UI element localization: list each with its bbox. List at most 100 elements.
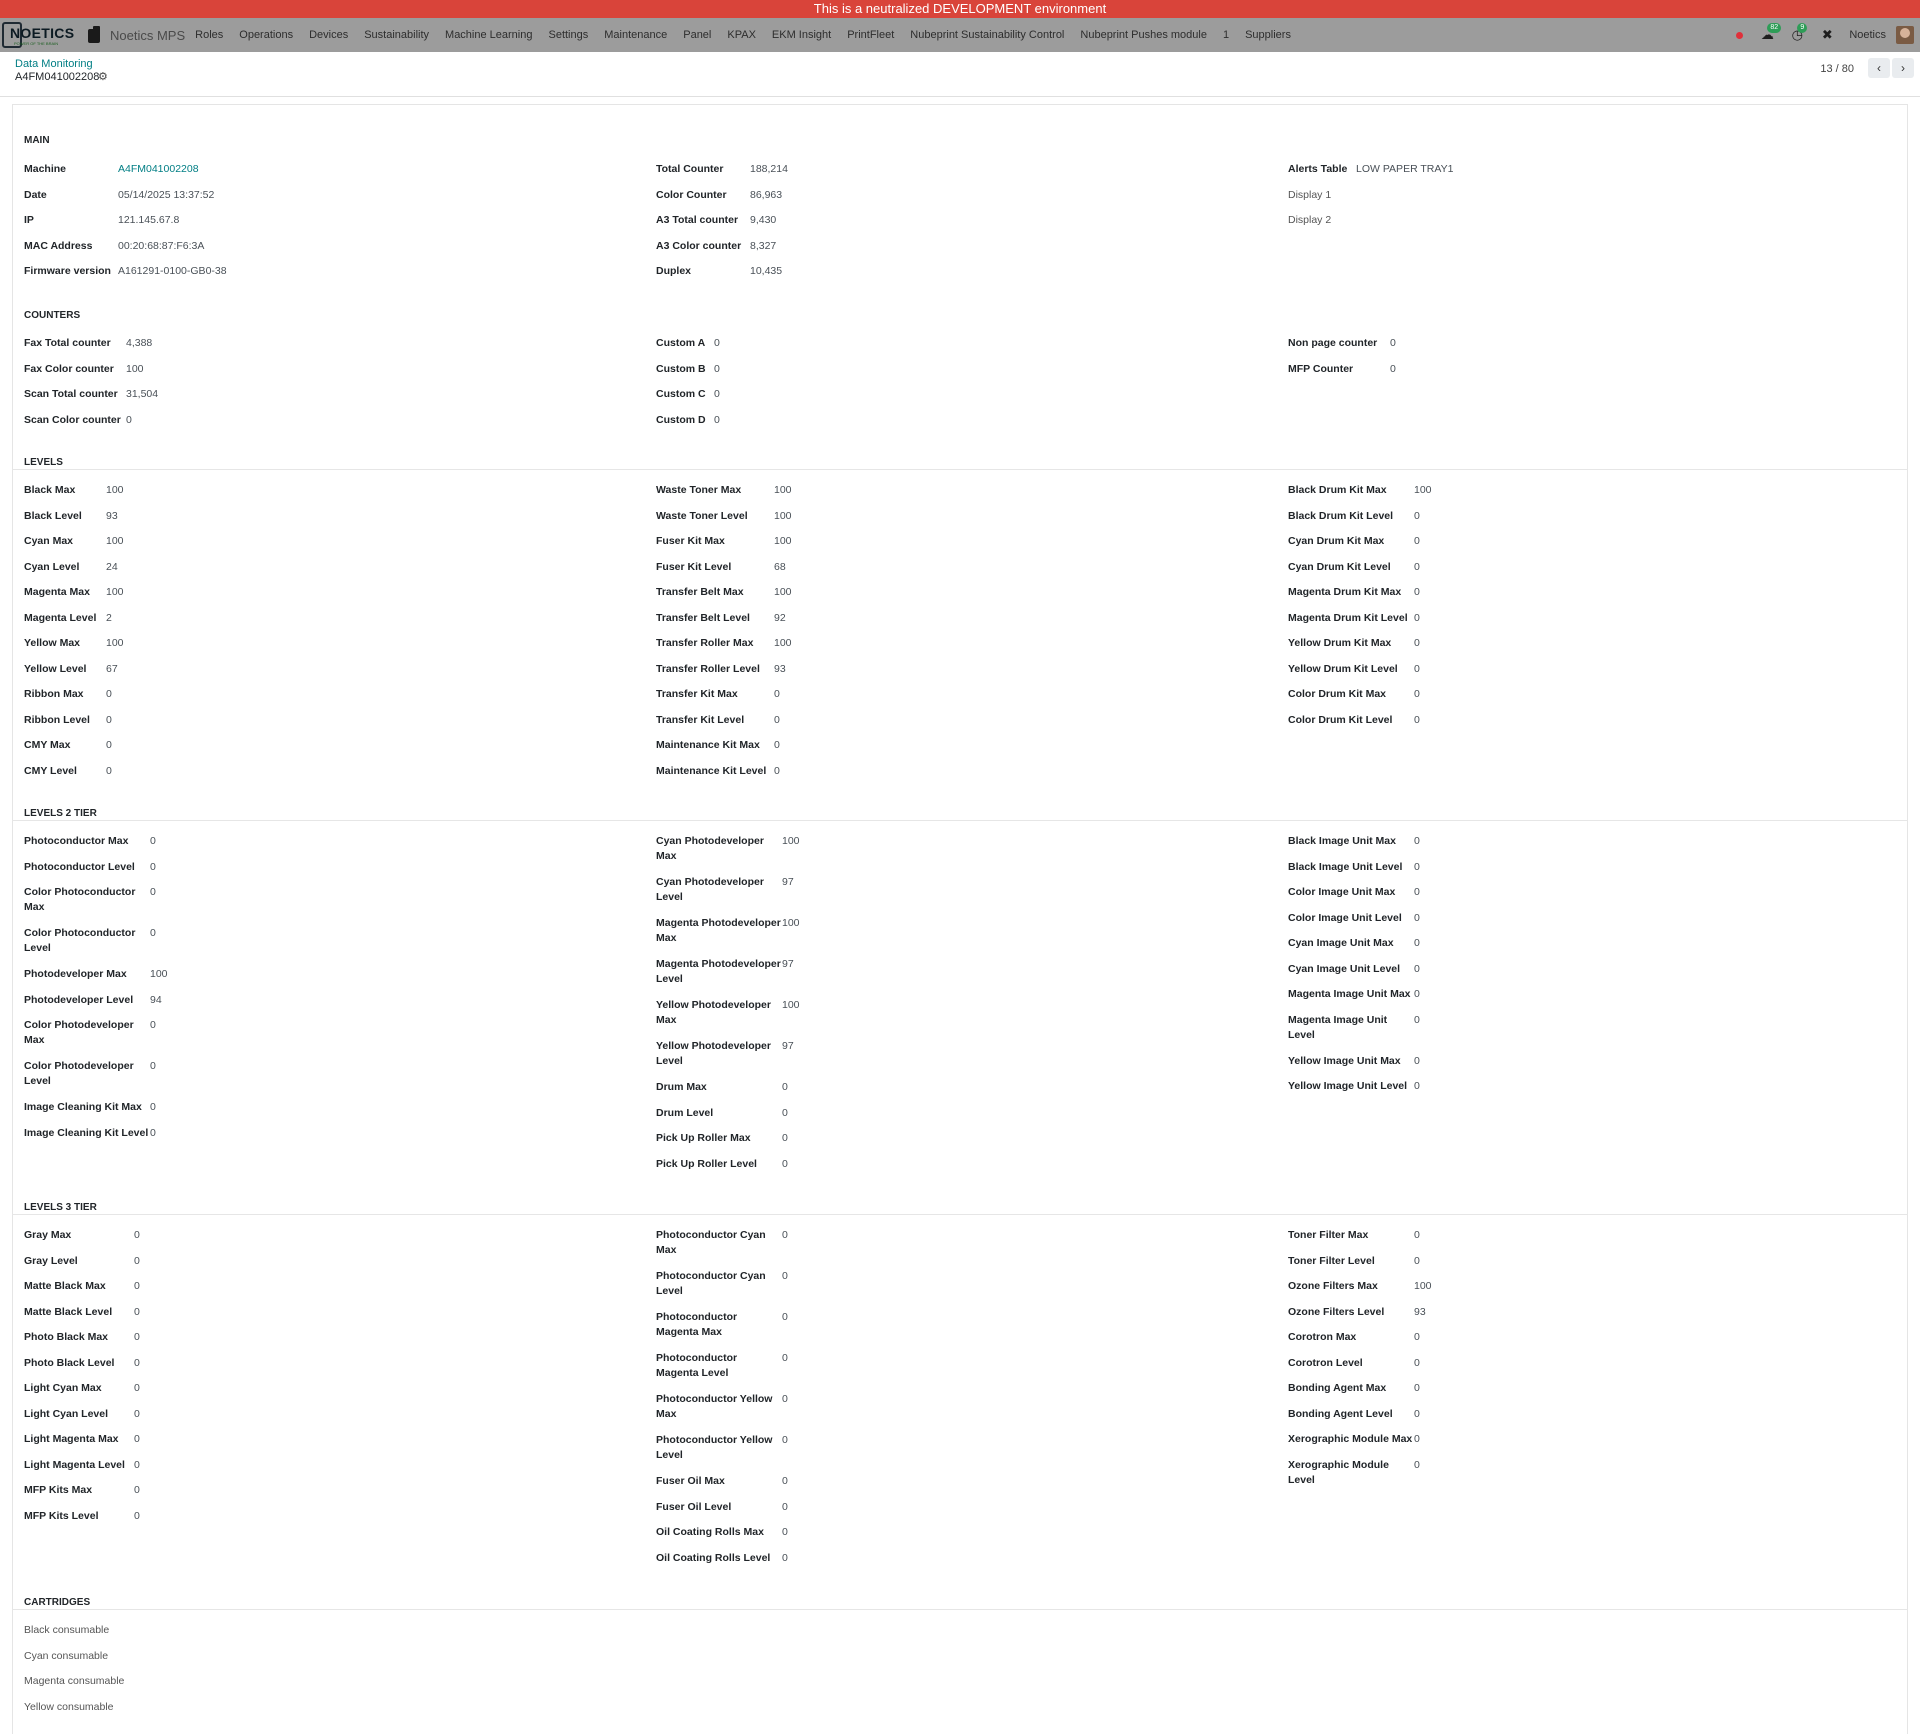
menu-item-ekm-insight[interactable]: EKM Insight [772, 29, 831, 41]
section-title-levels: LEVELS [24, 457, 63, 468]
field-value-image-cleaning-kit-level: 0 [150, 1126, 156, 1139]
section-divider [12, 469, 1908, 470]
field-value-yellow-image-unit-max: 0 [1414, 1054, 1420, 1067]
field-value-fuser-oil-level: 0 [782, 1500, 788, 1513]
debug-tools-icon[interactable]: ✖ [1819, 28, 1835, 42]
pager-value[interactable]: 13 / 80 [1820, 63, 1854, 75]
main-menu: Roles Operations Devices Sustainability … [195, 29, 1307, 41]
field-row-machine: Machine A4FM041002208 [24, 162, 199, 177]
field-value-machine[interactable]: A4FM041002208 [118, 162, 199, 177]
field-value-color-image-unit-level: 0 [1414, 911, 1420, 924]
menu-item-roles[interactable]: Roles [195, 29, 223, 41]
menu-item-devices[interactable]: Devices [309, 29, 348, 41]
field-row-ribbon-max: Ribbon Max 0 [24, 687, 112, 702]
field-row-yellow-image-unit-level: Yellow Image Unit Level 0 [1288, 1079, 1420, 1094]
status-dot-icon[interactable] [1736, 31, 1744, 39]
field-label-non-page-counter: Non page counter [1288, 337, 1378, 349]
field-row-color-image-unit-level: Color Image Unit Level 0 [1288, 911, 1420, 926]
field-row-yellow-photodeveloper-max: Yellow Photodeveloper Max 100 [656, 998, 800, 1028]
field-label-color-drum-kit-max: Color Drum Kit Max [1288, 688, 1387, 700]
gear-icon[interactable]: ⚙ [98, 70, 108, 83]
field-value-cyan-max: 100 [106, 535, 124, 547]
menu-item-machine-learning[interactable]: Machine Learning [445, 29, 532, 41]
field-row-magenta-max: Magenta Max 100 [24, 585, 124, 600]
field-label-magenta-max: Magenta Max [24, 586, 90, 598]
field-row-maintenance-kit-max: Maintenance Kit Max 0 [656, 738, 780, 753]
field-value-a3-total-counter: 9,430 [750, 214, 777, 226]
field-value-ozone-filters-level: 93 [1414, 1305, 1426, 1318]
field-row-maintenance-kit-level: Maintenance Kit Level 0 [656, 764, 780, 779]
field-value-mfp-counter: 0 [1390, 362, 1396, 375]
field-row-photoconductor-yellow-level: Photoconductor Yellow Level 0 [656, 1433, 788, 1463]
menu-item-settings[interactable]: Settings [548, 29, 588, 41]
menu-item-panel[interactable]: Panel [683, 29, 711, 41]
field-row-toner-filter-level: Toner Filter Level 0 [1288, 1254, 1420, 1269]
field-label-black-max: Black Max [24, 484, 76, 496]
field-row-photo-black-max: Photo Black Max 0 [24, 1330, 140, 1345]
field-row-cmy-level: CMY Level 0 [24, 764, 112, 779]
activities-clock-icon[interactable]: ◷ 9 [1789, 23, 1808, 42]
user-avatar[interactable] [1896, 26, 1914, 44]
field-value-cmy-level: 0 [106, 764, 112, 777]
messages-icon[interactable]: ☁ 82 [1759, 23, 1782, 42]
menu-item-sustainability[interactable]: Sustainability [364, 29, 429, 41]
field-label-photoconductor-cyan-level: Photoconductor Cyan Level [656, 1270, 766, 1297]
field-row-magenta-image-unit-max: Magenta Image Unit Max 0 [1288, 987, 1420, 1002]
menu-item-printfleet[interactable]: PrintFleet [847, 29, 894, 41]
field-label-bonding-agent-level: Bonding Agent Level [1288, 1407, 1393, 1420]
field-row-color-photodeveloper-level: Color Photodeveloper Level 0 [24, 1059, 156, 1089]
field-label-firmware-version: Firmware version [24, 265, 111, 277]
menu-item-nubeprint-pushes[interactable]: Nubeprint Pushes module [1080, 29, 1207, 41]
menu-item-nubeprint-sustainability[interactable]: Nubeprint Sustainability Control [910, 29, 1064, 41]
logo-tagline: POWER OF THE BRAIN [14, 41, 59, 46]
menu-item-maintenance[interactable]: Maintenance [604, 29, 667, 41]
section-title-cartridges: CARTRIDGES [24, 1597, 91, 1608]
cartridge-item: Cyan consumable [24, 1649, 108, 1664]
field-value-color-photoconductor-max: 0 [150, 886, 156, 898]
field-row-gray-level: Gray Level 0 [24, 1254, 140, 1269]
field-row-corotron-level: Corotron Level 0 [1288, 1356, 1420, 1371]
field-label-transfer-belt-level: Transfer Belt Level [656, 611, 750, 624]
pager-next-button[interactable]: › [1892, 58, 1914, 78]
field-label-photodeveloper-level: Photodeveloper Level [24, 993, 134, 1006]
field-label-color-image-unit-max: Color Image Unit Max [1288, 886, 1396, 898]
field-value-mfp-kits-max: 0 [134, 1484, 140, 1496]
field-value-yellow-image-unit-level: 0 [1414, 1080, 1420, 1092]
field-label-drum-max: Drum Max [656, 1081, 707, 1093]
breadcrumb-parent-link[interactable]: Data Monitoring [15, 58, 93, 70]
field-value-magenta-photodeveloper-max: 100 [782, 917, 800, 929]
menu-item-operations[interactable]: Operations [239, 29, 293, 41]
field-value-cmy-max: 0 [106, 739, 112, 751]
company-logo[interactable]: NOETICS POWER OF THE BRAIN [2, 20, 74, 50]
field-value-cyan-photodeveloper-level: 97 [782, 876, 794, 888]
field-row-transfer-belt-max: Transfer Belt Max 100 [656, 585, 792, 600]
field-value-toner-filter-level: 0 [1414, 1254, 1420, 1267]
field-label-matte-black-max: Matte Black Max [24, 1280, 106, 1292]
field-value-xerographic-module-level: 0 [1414, 1458, 1420, 1471]
pager-previous-button[interactable]: ‹ [1868, 58, 1890, 78]
field-row-cyan-photodeveloper-level: Cyan Photodeveloper Level 97 [656, 875, 794, 905]
app-name[interactable]: Noetics MPS [110, 28, 185, 43]
field-row-oil-coating-rolls-level: Oil Coating Rolls Level 0 [656, 1551, 788, 1566]
field-value-yellow-level: 67 [106, 662, 118, 675]
field-label-yellow-level: Yellow Level [24, 662, 87, 675]
menu-item-kpax[interactable]: KPAX [727, 29, 756, 41]
navbar-systray: ☁ 82 ◷ 9 ✖ Noetics [1736, 18, 1920, 52]
field-label-yellow-image-unit-level: Yellow Image Unit Level [1288, 1080, 1408, 1092]
field-label-cyan-image-unit-max: Cyan Image Unit Max [1288, 937, 1394, 949]
field-label-color-counter: Color Counter [656, 189, 727, 201]
field-label-mfp-kits-max: MFP Kits Max [24, 1484, 93, 1496]
field-row-ip: IP 121.145.67.8 [24, 213, 179, 228]
field-value-light-magenta-max: 0 [134, 1433, 140, 1445]
company-switcher[interactable]: Noetics [1849, 29, 1886, 41]
field-row-mfp-counter: MFP Counter 0 [1288, 362, 1396, 377]
field-row-ribbon-level: Ribbon Level 0 [24, 713, 112, 728]
field-label-scan-color-counter: Scan Color counter [24, 413, 121, 426]
menu-item-1[interactable]: 1 [1223, 29, 1229, 41]
field-label-yellow-photodeveloper-max: Yellow Photodeveloper Max [656, 999, 771, 1026]
field-value-photodeveloper-level: 94 [150, 993, 162, 1006]
menu-item-suppliers[interactable]: Suppliers [1245, 29, 1291, 41]
field-row-photoconductor-level: Photoconductor Level 0 [24, 860, 156, 875]
field-row-magenta-photodeveloper-max: Magenta Photodeveloper Max 100 [656, 916, 800, 946]
field-row-photoconductor-cyan-max: Photoconductor Cyan Max 0 [656, 1228, 788, 1258]
